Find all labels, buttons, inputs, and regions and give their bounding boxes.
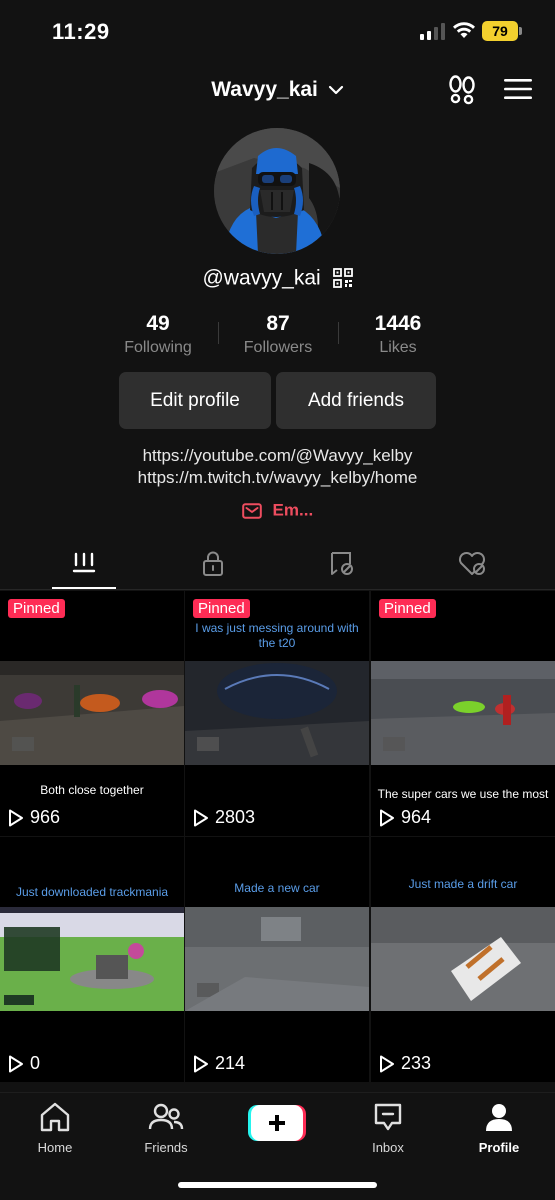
video-thumbnail	[371, 661, 555, 765]
view-count-value: 233	[401, 1053, 432, 1073]
view-count: 233	[379, 1053, 431, 1074]
nav-friends[interactable]: Friends	[121, 1101, 211, 1155]
video-thumbnail	[0, 661, 184, 765]
battery-indicator: 79	[482, 21, 522, 41]
add-friends-button[interactable]: Add friends	[276, 372, 436, 429]
nav-home-label: Home	[37, 1140, 73, 1155]
bio-link-twitch[interactable]: https://m.twitch.tv/wavyy_kelby/home	[0, 468, 555, 488]
followers-stat[interactable]: 87 Followers	[218, 312, 338, 357]
friends-icon	[148, 1103, 184, 1130]
home-indicator	[178, 1182, 377, 1188]
followers-label: Followers	[243, 339, 313, 356]
view-count-value: 0	[30, 1053, 41, 1073]
bio-link-youtube[interactable]: https://youtube.com/@Wavyy_kelby	[0, 446, 555, 466]
video-thumbnail	[0, 907, 184, 1011]
video-caption: Made a new car	[234, 881, 320, 895]
inbox-icon	[374, 1103, 402, 1131]
profile-handle-row: @wavyy_kai	[0, 266, 555, 290]
play-icon	[194, 809, 208, 826]
video-caption: Both close together	[40, 783, 144, 797]
view-count: 214	[193, 1053, 245, 1074]
cellular-signal-icon	[420, 22, 445, 40]
nav-home[interactable]: Home	[10, 1101, 100, 1155]
play-icon	[194, 1055, 208, 1072]
header-username: Wavyy_kai	[211, 78, 318, 102]
following-label: Following	[124, 339, 192, 356]
videos-grid-icon[interactable]	[64, 550, 104, 578]
nav-profile[interactable]: Profile	[454, 1101, 544, 1155]
view-count: 966	[8, 807, 60, 828]
followers-count: 87	[266, 312, 290, 335]
wifi-icon	[453, 22, 475, 38]
tagged-icon[interactable]	[322, 550, 362, 578]
lock-icon[interactable]	[193, 550, 233, 578]
nav-inbox[interactable]: Inbox	[343, 1101, 433, 1155]
liked-icon[interactable]	[452, 550, 492, 578]
status-time: 11:29	[52, 19, 110, 44]
avatar-image	[214, 128, 340, 254]
pinned-badge: Pinned	[379, 599, 436, 618]
view-count-value: 964	[401, 807, 432, 827]
profile-handle: @wavyy_kai	[202, 266, 321, 290]
video-thumbnail	[185, 661, 369, 765]
nav-friends-label: Friends	[144, 1140, 188, 1155]
nav-inbox-label: Inbox	[372, 1140, 404, 1155]
video-caption: The super cars we use the most	[377, 787, 549, 801]
video-tile[interactable]: Just made a drift car 233	[371, 837, 555, 1082]
nav-profile-label: Profile	[478, 1140, 520, 1155]
video-caption: I was just messing around with the t20	[195, 621, 359, 650]
play-icon	[380, 809, 394, 826]
play-icon	[9, 809, 23, 826]
email-button[interactable]: Em...	[0, 500, 555, 521]
view-count-value: 2803	[215, 807, 256, 827]
hamburger-menu-icon[interactable]	[504, 78, 532, 100]
view-count: 0	[8, 1053, 40, 1074]
view-count-value: 966	[30, 807, 61, 827]
following-count: 49	[146, 312, 170, 335]
play-icon	[380, 1055, 394, 1072]
create-plus-icon[interactable]	[248, 1105, 306, 1141]
video-tile[interactable]: Pinned Both close together 966	[0, 591, 184, 836]
pinned-badge: Pinned	[8, 599, 65, 618]
likes-label: Likes	[379, 339, 417, 356]
view-count-value: 214	[215, 1053, 246, 1073]
video-tile[interactable]: Pinned The super cars we use the most 96…	[371, 591, 555, 836]
following-stat[interactable]: 49 Following	[98, 312, 218, 357]
video-tile[interactable]: Pinned I was just messing around with th…	[185, 591, 369, 836]
edit-profile-button[interactable]: Edit profile	[119, 372, 271, 429]
mail-icon	[242, 502, 262, 519]
play-icon	[9, 1055, 23, 1072]
avatar[interactable]	[214, 128, 340, 254]
email-label: Em...	[272, 500, 314, 520]
likes-count: 1446	[374, 312, 422, 335]
view-count: 964	[379, 807, 431, 828]
profile-icon	[486, 1104, 512, 1131]
video-thumbnail	[371, 907, 555, 1011]
active-tab-indicator	[52, 587, 116, 589]
home-icon	[40, 1102, 70, 1132]
qr-code-icon[interactable]	[332, 268, 353, 289]
video-grid: Pinned Both close together 966 Pinned I …	[0, 591, 555, 1085]
footprints-icon[interactable]	[446, 74, 478, 106]
profile-tabs	[0, 540, 555, 590]
likes-stat[interactable]: 1446 Likes	[338, 312, 458, 357]
pinned-badge: Pinned	[193, 599, 250, 618]
video-thumbnail	[185, 907, 369, 1011]
chevron-down-icon	[328, 86, 343, 95]
video-caption: Just made a drift car	[408, 877, 518, 891]
profile-stats: 49 Following 87 Followers 1446 Likes	[98, 312, 458, 357]
video-tile[interactable]: Just downloaded trackmania 0	[0, 837, 184, 1082]
view-count: 2803	[193, 807, 255, 828]
status-bar: 11:29 79	[0, 0, 555, 62]
video-tile[interactable]: Made a new car 214	[185, 837, 369, 1082]
video-caption: Just downloaded trackmania	[15, 885, 169, 899]
